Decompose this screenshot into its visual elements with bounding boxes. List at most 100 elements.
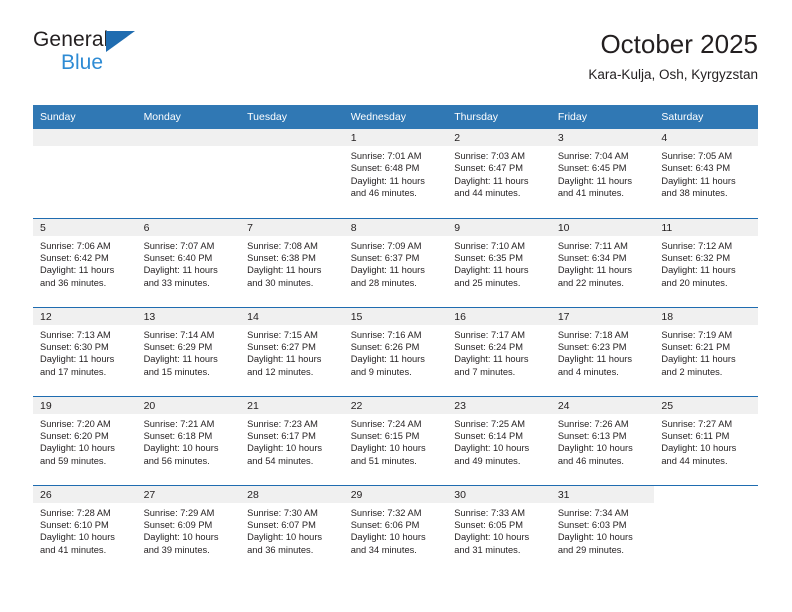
day-details: Sunrise: 7:28 AM Sunset: 6:10 PM Dayligh… — [33, 503, 137, 557]
day-cell-inner: 26 Sunrise: 7:28 AM Sunset: 6:10 PM Dayl… — [33, 485, 137, 573]
day-cell-inner — [136, 129, 241, 216]
calendar-day-cell[interactable]: 18 Sunrise: 7:19 AM Sunset: 6:21 PM Dayl… — [654, 306, 758, 396]
day-number: 4 — [654, 129, 758, 146]
calendar-day-cell[interactable]: 14 Sunrise: 7:15 AM Sunset: 6:27 PM Dayl… — [240, 306, 344, 396]
day-details: Sunrise: 7:03 AM Sunset: 6:47 PM Dayligh… — [447, 146, 551, 200]
calendar-day-cell[interactable] — [654, 484, 758, 574]
day-cell-inner: 11 Sunrise: 7:12 AM Sunset: 6:32 PM Dayl… — [654, 218, 758, 306]
day-cell-inner: 12 Sunrise: 7:13 AM Sunset: 6:30 PM Dayl… — [33, 307, 137, 395]
sunset-text: Sunset: 6:30 PM — [40, 341, 109, 352]
calendar-day-cell[interactable]: 26 Sunrise: 7:28 AM Sunset: 6:10 PM Dayl… — [33, 484, 137, 574]
calendar-day-cell[interactable]: 24 Sunrise: 7:26 AM Sunset: 6:13 PM Dayl… — [550, 395, 655, 485]
calendar-day-cell[interactable]: 4 Sunrise: 7:05 AM Sunset: 6:43 PM Dayli… — [654, 129, 758, 218]
calendar-day-cell[interactable]: 5 Sunrise: 7:06 AM Sunset: 6:42 PM Dayli… — [33, 217, 137, 307]
day-details: Sunrise: 7:20 AM Sunset: 6:20 PM Dayligh… — [33, 414, 137, 468]
daylight-text-line2: and 31 minutes. — [454, 544, 521, 555]
sunrise-text: Sunrise: 7:20 AM — [40, 418, 111, 429]
calendar-page: General Blue October 2025 Kara-Kulja, Os… — [0, 0, 792, 612]
daylight-text-line2: and 7 minutes. — [454, 366, 516, 377]
calendar-grid: Sunday Monday Tuesday Wednesday Thursday… — [33, 105, 758, 574]
daylight-text-line2: and 36 minutes. — [247, 544, 314, 555]
calendar-day-cell[interactable]: 28 Sunrise: 7:30 AM Sunset: 6:07 PM Dayl… — [240, 484, 344, 574]
calendar-day-cell[interactable]: 13 Sunrise: 7:14 AM Sunset: 6:29 PM Dayl… — [136, 306, 241, 396]
title-block: October 2025 Kara-Kulja, Osh, Kyrgyzstan — [588, 28, 758, 83]
calendar-day-cell[interactable] — [33, 129, 137, 218]
day-cell-inner: 28 Sunrise: 7:30 AM Sunset: 6:07 PM Dayl… — [240, 485, 344, 573]
day-number: 17 — [550, 307, 655, 325]
calendar-day-cell[interactable]: 21 Sunrise: 7:23 AM Sunset: 6:17 PM Dayl… — [240, 395, 344, 485]
calendar-day-cell[interactable]: 29 Sunrise: 7:32 AM Sunset: 6:06 PM Dayl… — [343, 484, 448, 574]
calendar-day-cell[interactable]: 10 Sunrise: 7:11 AM Sunset: 6:34 PM Dayl… — [550, 217, 655, 307]
sunrise-text: Sunrise: 7:33 AM — [454, 507, 526, 518]
calendar-day-cell[interactable]: 20 Sunrise: 7:21 AM Sunset: 6:18 PM Dayl… — [136, 395, 241, 485]
day-number: 28 — [240, 485, 344, 503]
generalblue-logo[interactable]: General Blue — [33, 28, 233, 84]
daylight-text-line1: Daylight: 11 hours — [247, 265, 322, 276]
calendar-day-cell[interactable]: 16 Sunrise: 7:17 AM Sunset: 6:24 PM Dayl… — [447, 306, 551, 396]
day-cell-inner — [654, 486, 758, 573]
calendar-day-cell[interactable] — [240, 129, 344, 218]
day-number: 18 — [654, 307, 758, 325]
sunrise-text: Sunrise: 7:01 AM — [350, 151, 422, 161]
sunrise-text: Sunrise: 7:24 AM — [350, 418, 422, 429]
calendar-day-cell[interactable]: 1 Sunrise: 7:01 AM Sunset: 6:48 PM Dayli… — [343, 129, 448, 218]
sunrise-text: Sunrise: 7:14 AM — [143, 329, 215, 340]
calendar-day-cell[interactable]: 22 Sunrise: 7:24 AM Sunset: 6:15 PM Dayl… — [343, 395, 448, 485]
calendar-day-cell[interactable]: 27 Sunrise: 7:29 AM Sunset: 6:09 PM Dayl… — [136, 484, 241, 574]
day-details — [240, 146, 344, 150]
day-details: Sunrise: 7:12 AM Sunset: 6:32 PM Dayligh… — [654, 236, 758, 290]
day-details: Sunrise: 7:14 AM Sunset: 6:29 PM Dayligh… — [137, 325, 241, 379]
calendar-day-cell[interactable]: 7 Sunrise: 7:08 AM Sunset: 6:38 PM Dayli… — [240, 217, 344, 307]
daylight-text-line1: Daylight: 11 hours — [661, 354, 736, 365]
sunrise-text: Sunrise: 7:03 AM — [454, 151, 526, 161]
location-subtitle: Kara-Kulja, Osh, Kyrgyzstan — [588, 67, 758, 82]
calendar-day-cell[interactable]: 2 Sunrise: 7:03 AM Sunset: 6:47 PM Dayli… — [447, 129, 551, 218]
sunrise-text: Sunrise: 7:29 AM — [143, 507, 215, 518]
day-cell-inner: 29 Sunrise: 7:32 AM Sunset: 6:06 PM Dayl… — [343, 485, 448, 573]
daylight-text-line2: and 38 minutes. — [661, 188, 728, 199]
day-number: 12 — [33, 307, 137, 325]
calendar-day-cell[interactable]: 6 Sunrise: 7:07 AM Sunset: 6:40 PM Dayli… — [136, 217, 241, 307]
sunrise-text: Sunrise: 7:11 AM — [557, 240, 628, 251]
day-details: Sunrise: 7:04 AM Sunset: 6:45 PM Dayligh… — [551, 146, 655, 200]
calendar-day-cell[interactable]: 15 Sunrise: 7:16 AM Sunset: 6:26 PM Dayl… — [343, 306, 448, 396]
day-cell-inner: 22 Sunrise: 7:24 AM Sunset: 6:15 PM Dayl… — [343, 396, 448, 484]
day-number: 1 — [343, 129, 448, 146]
calendar-week-row: 12 Sunrise: 7:13 AM Sunset: 6:30 PM Dayl… — [33, 306, 758, 396]
sunset-text: Sunset: 6:07 PM — [247, 519, 316, 530]
sunset-text: Sunset: 6:34 PM — [557, 252, 627, 263]
calendar-day-cell[interactable]: 30 Sunrise: 7:33 AM Sunset: 6:05 PM Dayl… — [447, 484, 551, 574]
calendar-day-cell[interactable]: 3 Sunrise: 7:04 AM Sunset: 6:45 PM Dayli… — [550, 129, 655, 218]
daylight-text-line1: Daylight: 10 hours — [40, 532, 115, 543]
sunrise-text: Sunrise: 7:09 AM — [350, 240, 422, 251]
calendar-day-cell[interactable]: 19 Sunrise: 7:20 AM Sunset: 6:20 PM Dayl… — [33, 395, 137, 485]
day-cell-inner: 19 Sunrise: 7:20 AM Sunset: 6:20 PM Dayl… — [33, 396, 137, 484]
sunset-text: Sunset: 6:03 PM — [557, 519, 627, 530]
daylight-text-line2: and 25 minutes. — [454, 277, 521, 288]
weekday-header-tuesday: Tuesday — [240, 105, 344, 129]
day-details: Sunrise: 7:19 AM Sunset: 6:21 PM Dayligh… — [654, 325, 758, 379]
daylight-text-line1: Daylight: 11 hours — [350, 354, 425, 365]
calendar-day-cell[interactable]: 25 Sunrise: 7:27 AM Sunset: 6:11 PM Dayl… — [654, 395, 758, 485]
daylight-text-line2: and 17 minutes. — [40, 366, 107, 377]
daylight-text-line2: and 46 minutes. — [557, 455, 624, 466]
day-cell-inner: 18 Sunrise: 7:19 AM Sunset: 6:21 PM Dayl… — [654, 307, 758, 395]
sunset-text: Sunset: 6:21 PM — [661, 341, 731, 352]
day-cell-inner: 13 Sunrise: 7:14 AM Sunset: 6:29 PM Dayl… — [136, 307, 241, 395]
calendar-day-cell[interactable]: 8 Sunrise: 7:09 AM Sunset: 6:37 PM Dayli… — [343, 217, 448, 307]
calendar-day-cell[interactable]: 12 Sunrise: 7:13 AM Sunset: 6:30 PM Dayl… — [33, 306, 137, 396]
calendar-day-cell[interactable]: 11 Sunrise: 7:12 AM Sunset: 6:32 PM Dayl… — [654, 217, 758, 307]
calendar-day-cell[interactable]: 31 Sunrise: 7:34 AM Sunset: 6:03 PM Dayl… — [550, 484, 655, 574]
calendar-day-cell[interactable] — [136, 129, 241, 218]
calendar-day-cell[interactable]: 9 Sunrise: 7:10 AM Sunset: 6:35 PM Dayli… — [447, 217, 551, 307]
calendar-week-row: 19 Sunrise: 7:20 AM Sunset: 6:20 PM Dayl… — [33, 395, 758, 485]
daylight-text-line2: and 20 minutes. — [661, 277, 728, 288]
daylight-text-line1: Daylight: 11 hours — [454, 354, 529, 365]
calendar-week-row: 5 Sunrise: 7:06 AM Sunset: 6:42 PM Dayli… — [33, 217, 758, 307]
sunset-text: Sunset: 6:15 PM — [350, 430, 420, 441]
calendar-week-row: 1 Sunrise: 7:01 AM Sunset: 6:48 PM Dayli… — [33, 129, 758, 218]
calendar-day-cell[interactable]: 17 Sunrise: 7:18 AM Sunset: 6:23 PM Dayl… — [550, 306, 655, 396]
sunset-text: Sunset: 6:09 PM — [143, 519, 213, 530]
sunset-text: Sunset: 6:48 PM — [350, 163, 420, 174]
calendar-day-cell[interactable]: 23 Sunrise: 7:25 AM Sunset: 6:14 PM Dayl… — [447, 395, 551, 485]
